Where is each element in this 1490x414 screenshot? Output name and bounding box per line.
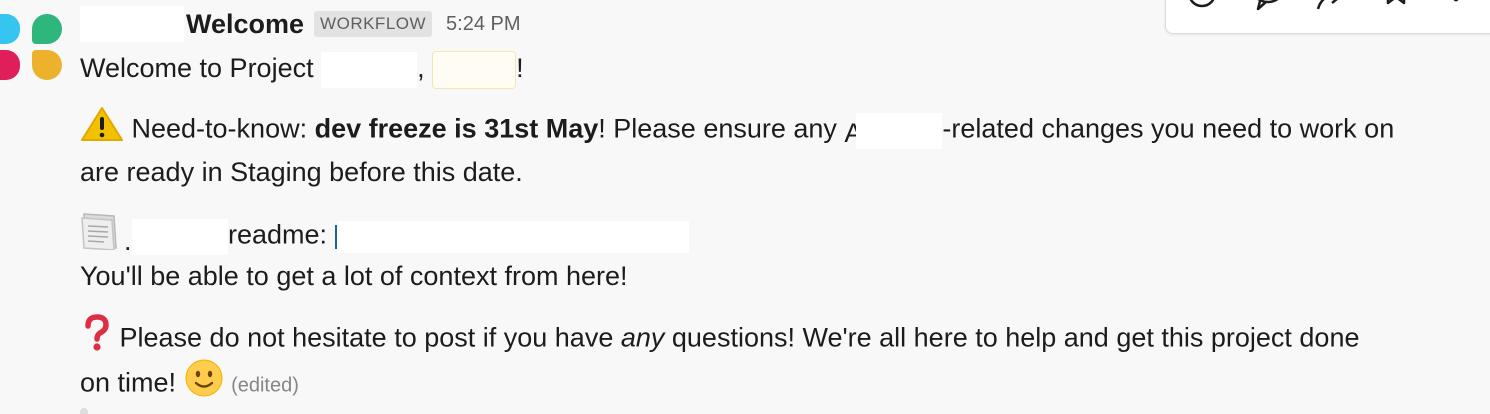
redacted-user-mention[interactable] xyxy=(432,50,517,89)
questions-emphasis: any xyxy=(620,322,665,353)
notice-prefix: Need-to-know: xyxy=(124,113,315,144)
emoji-reaction-icon[interactable] xyxy=(1184,0,1220,15)
questions-suffix: questions! We're all here to help and ge… xyxy=(664,322,1360,353)
redacted-project-name xyxy=(321,51,418,88)
avatar-cyan-shape xyxy=(0,14,20,44)
workflow-badge: WORKFLOW xyxy=(314,11,433,37)
redacted-project-name-2 xyxy=(132,218,228,255)
welcome-suffix: ! xyxy=(516,53,524,83)
notice-middle: ! Please ensure any xyxy=(598,113,845,144)
notice-bold: dev freeze is 31st May xyxy=(314,113,599,144)
redacted-sender-prefix xyxy=(80,6,184,42)
slightly-smiling-face-icon xyxy=(184,358,224,411)
more-actions-icon[interactable] xyxy=(1438,0,1474,15)
message-header: Welcome WORKFLOW 5:24 PM xyxy=(80,4,521,44)
welcome-comma: , xyxy=(417,53,433,83)
next-message-stub xyxy=(80,408,88,414)
workflow-app-icon[interactable] xyxy=(0,6,66,82)
readme-label: readme: xyxy=(228,219,335,250)
avatar-red-shape xyxy=(0,50,20,80)
redacted-readme-url[interactable] xyxy=(336,220,689,253)
avatar-green-shape xyxy=(32,14,62,44)
warning-icon xyxy=(80,106,124,155)
message: Welcome WORKFLOW 5:24 PM Welcome to Proj… xyxy=(0,0,1490,414)
timestamp[interactable]: 5:24 PM xyxy=(446,13,520,36)
sender-name[interactable]: Welcome xyxy=(186,9,304,40)
message-actions-toolbar xyxy=(1165,0,1490,34)
avatar-yellow-shape xyxy=(32,50,62,80)
notice-redacted-initial: A xyxy=(844,118,857,148)
notice-line-2: are ready in Staging before this date. xyxy=(80,157,523,187)
questions-line-2: on time! (edited) xyxy=(80,358,299,411)
welcome-prefix: Welcome to Project xyxy=(80,53,322,83)
reply-thread-icon[interactable] xyxy=(1250,0,1286,15)
questions-line2-text: on time! xyxy=(80,367,184,398)
edited-label: (edited) xyxy=(231,374,299,397)
questions-prefix: Please do not hesitate to post if you ha… xyxy=(112,322,621,353)
welcome-line: Welcome to Project , ! xyxy=(80,46,524,90)
notice-line: Need-to-know: dev freeze is 31st May! Pl… xyxy=(80,106,1394,155)
bookmark-icon[interactable] xyxy=(1378,0,1414,15)
share-icon[interactable] xyxy=(1312,0,1348,15)
readme-context-line: You'll be able to get a lot of context f… xyxy=(80,261,628,291)
redacted-service-name xyxy=(856,112,943,149)
notice-after: -related changes you need to work on xyxy=(942,113,1395,144)
